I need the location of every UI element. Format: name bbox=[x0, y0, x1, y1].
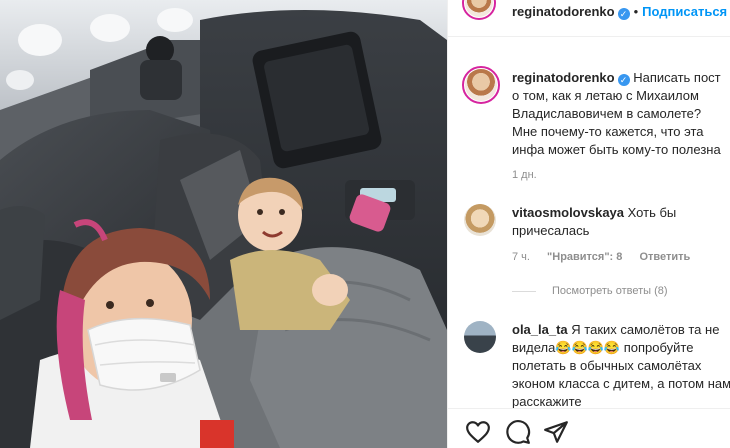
heart-icon[interactable] bbox=[465, 419, 491, 445]
view-replies[interactable]: Посмотреть ответы (8) bbox=[512, 285, 668, 297]
post-header: reginatodorenko ✓ • Подписаться bbox=[448, 0, 730, 22]
comment-meta: 7 ч. "Нравится": 8 Ответить bbox=[512, 251, 704, 263]
comment-username[interactable]: ola_la_ta bbox=[512, 322, 568, 337]
view-replies-label[interactable]: Посмотреть ответы (8) bbox=[552, 285, 668, 297]
paper-plane-icon[interactable] bbox=[543, 419, 569, 445]
commenter-avatar[interactable] bbox=[464, 204, 496, 236]
author-username[interactable]: reginatodorenko bbox=[512, 4, 615, 19]
comment-time[interactable]: 7 ч. bbox=[512, 251, 530, 263]
replies-line bbox=[512, 290, 536, 292]
comment-body: ola_la_ta Я таких самолётов та не видела… bbox=[512, 321, 730, 411]
caption-author-avatar[interactable] bbox=[462, 66, 500, 104]
comment-body: vitaosmolovskaya Хоть бы причесалась bbox=[512, 204, 730, 240]
caption-timestamp[interactable]: 1 дн. bbox=[512, 169, 537, 181]
verified-badge-icon: ✓ bbox=[617, 74, 630, 86]
post-photo[interactable] bbox=[0, 0, 447, 448]
commenter-avatar[interactable] bbox=[464, 321, 496, 353]
header-divider bbox=[448, 36, 730, 37]
reply-button[interactable]: Ответить bbox=[639, 251, 690, 263]
separator-dot: • bbox=[633, 4, 639, 19]
verified-badge-icon: ✓ bbox=[617, 8, 630, 20]
action-bar bbox=[448, 408, 730, 448]
follow-button[interactable]: Подписаться bbox=[642, 4, 727, 19]
airplane-cabin-photo bbox=[0, 0, 447, 448]
author-avatar[interactable] bbox=[462, 0, 496, 20]
post-sidebar: reginatodorenko ✓ • Подписаться reginatodor… bbox=[447, 0, 730, 448]
comment-bubble-icon[interactable] bbox=[505, 419, 531, 445]
comment-likes[interactable]: "Нравится": 8 bbox=[547, 251, 622, 263]
comment-username[interactable]: vitaosmolovskaya bbox=[512, 205, 624, 220]
caption-username[interactable]: reginatodorenko bbox=[512, 70, 615, 85]
caption: reginatodorenko ✓ Написать пост о том, ка… bbox=[512, 69, 727, 159]
